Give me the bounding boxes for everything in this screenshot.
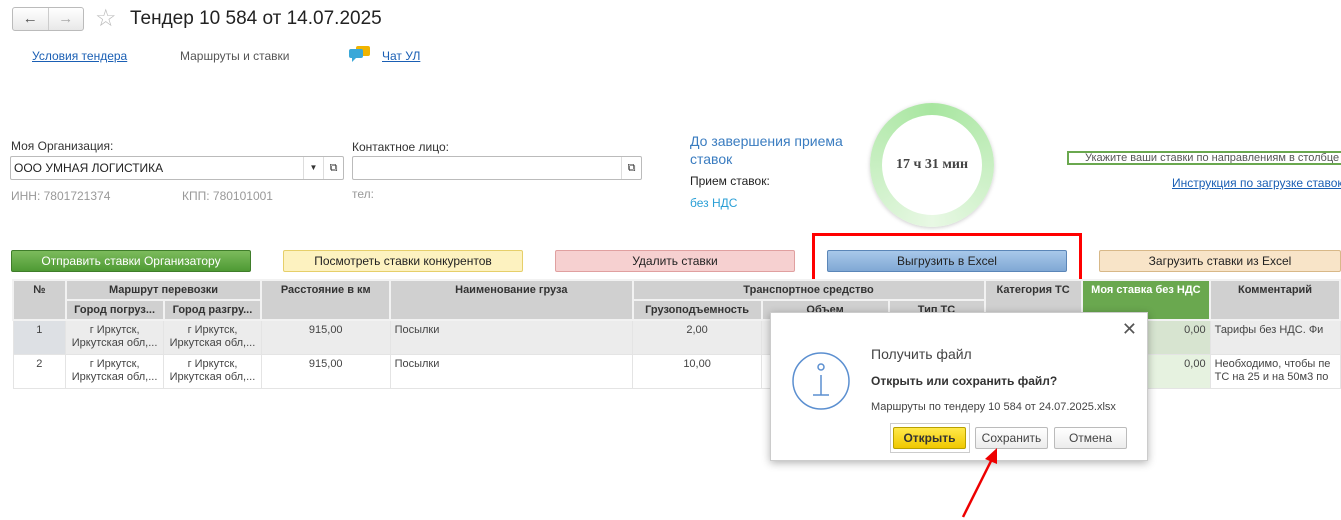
- cell-to: г Иркутск, Иркутская обл,...: [163, 319, 262, 355]
- from-city: г Иркутск,: [89, 357, 140, 370]
- col-vehicle[interactable]: Транспортное средство: [631, 279, 986, 301]
- tab-chat[interactable]: Чат УЛ: [382, 49, 420, 63]
- to-city: г Иркутск,: [187, 324, 238, 336]
- to-region: Иркутская обл,...: [169, 337, 256, 349]
- comment-line: Необходимо, чтобы пе: [1214, 357, 1331, 370]
- star-icon[interactable]: ☆: [95, 4, 117, 33]
- get-file-dialog: ✕ Получить файл Открыть или сохранить фа…: [770, 312, 1148, 461]
- comment-line: Тарифы без НДС. Фи: [1214, 324, 1324, 336]
- cell-cargo: Посылки: [389, 353, 634, 389]
- delete-rates-button[interactable]: Удалить ставки: [555, 250, 795, 272]
- from-region: Иркутская обл,...: [71, 370, 158, 383]
- cell-distance: 915,00: [260, 353, 391, 389]
- open-icon[interactable]: ⧉: [621, 157, 641, 179]
- instruction-link[interactable]: Инструкция по загрузке ставок: [1172, 176, 1341, 190]
- dialog-question: Открыть или сохранить файл?: [871, 374, 1058, 388]
- org-field[interactable]: ООО УМНАЯ ЛОГИСТИКА ▼ ⧉: [10, 156, 344, 180]
- cell-capacity: 10,00: [631, 353, 763, 389]
- col-capacity[interactable]: Грузоподъемность: [631, 299, 763, 321]
- org-label: Моя Организация:: [11, 139, 114, 153]
- timer-ring: 17 ч 31 мин: [870, 103, 994, 227]
- col-num[interactable]: №: [12, 279, 67, 321]
- to-city: г Иркутск,: [187, 357, 238, 370]
- to-region: Иркутская обл,...: [169, 370, 256, 383]
- col-cargo[interactable]: Наименование груза: [389, 279, 634, 321]
- open-icon[interactable]: ⧉: [323, 157, 343, 179]
- dropdown-icon[interactable]: ▼: [303, 157, 323, 179]
- hint-box: Укажите ваши ставки по направлениям в ст…: [1067, 151, 1341, 165]
- red-arrow-annotation: [961, 448, 997, 518]
- tab-routes-rates[interactable]: Маршруты и ставки: [180, 49, 290, 63]
- vat-mode: без НДС: [690, 196, 738, 210]
- cell-cargo: Посылки: [389, 319, 634, 355]
- contact-label: Контактное лицо:: [352, 140, 449, 154]
- org-value: ООО УМНАЯ ЛОГИСТИКА: [14, 161, 164, 175]
- nav-buttons: ← →: [12, 7, 84, 31]
- back-button[interactable]: ←: [13, 8, 49, 30]
- deadline-label: До завершения приема ставок: [690, 133, 843, 167]
- cell-comment: Тарифы без НДС. Фи: [1209, 319, 1341, 355]
- cell-from: г Иркутск, Иркутская обл,...: [65, 353, 165, 389]
- chat-icon: [349, 46, 371, 62]
- from-city: г Иркутск,: [89, 324, 140, 336]
- cancel-button[interactable]: Отмена: [1054, 427, 1127, 449]
- col-to[interactable]: Город разгру...: [162, 299, 263, 321]
- timer-value: 17 ч 31 мин: [882, 115, 982, 215]
- close-icon[interactable]: ✕: [1122, 319, 1137, 340]
- view-competitors-button[interactable]: Посмотреть ставки конкурентов: [283, 250, 523, 272]
- kpp: КПП: 780101001: [182, 189, 273, 203]
- cell-comment: Необходимо, чтобы пе ТС на 25 и на 50м3 п…: [1209, 353, 1341, 389]
- cell-num: 1: [12, 319, 67, 355]
- accept-label: Прием ставок:: [690, 174, 770, 188]
- col-comment[interactable]: Комментарий: [1209, 279, 1341, 321]
- from-region: Иркутская обл,...: [71, 337, 158, 349]
- forward-button[interactable]: →: [49, 8, 84, 30]
- inn: ИНН: 7801721374: [11, 189, 111, 203]
- cell-distance: 915,00: [260, 319, 391, 355]
- import-excel-button[interactable]: Загрузить ставки из Excel: [1099, 250, 1341, 272]
- dialog-filename: Маршруты по тендеру 10 584 от 24.07.2025…: [871, 401, 1116, 413]
- comment-line: ТС на 25 и на 50м3 по: [1214, 370, 1329, 383]
- col-distance[interactable]: Расстояние в км: [260, 279, 392, 321]
- col-from[interactable]: Город погруз...: [64, 299, 165, 321]
- cell-to: г Иркутск, Иркутская обл,...: [163, 353, 262, 389]
- contact-phone: тел:: [352, 187, 374, 201]
- page-title: Тендер 10 584 от 14.07.2025: [130, 8, 382, 29]
- cell-capacity: 2,00: [631, 319, 763, 355]
- col-route[interactable]: Маршрут перевозки: [64, 279, 263, 301]
- dialog-title: Получить файл: [871, 346, 972, 362]
- contact-field[interactable]: ⧉: [352, 156, 642, 180]
- cell-from: г Иркутск, Иркутская обл,...: [65, 319, 165, 355]
- export-excel-button[interactable]: Выгрузить в Excel: [827, 250, 1067, 272]
- tab-tender-conditions[interactable]: Условия тендера: [32, 49, 127, 63]
- send-rates-button[interactable]: Отправить ставки Организатору: [11, 250, 251, 272]
- cell-num: 2: [12, 353, 67, 389]
- info-icon: [791, 351, 851, 414]
